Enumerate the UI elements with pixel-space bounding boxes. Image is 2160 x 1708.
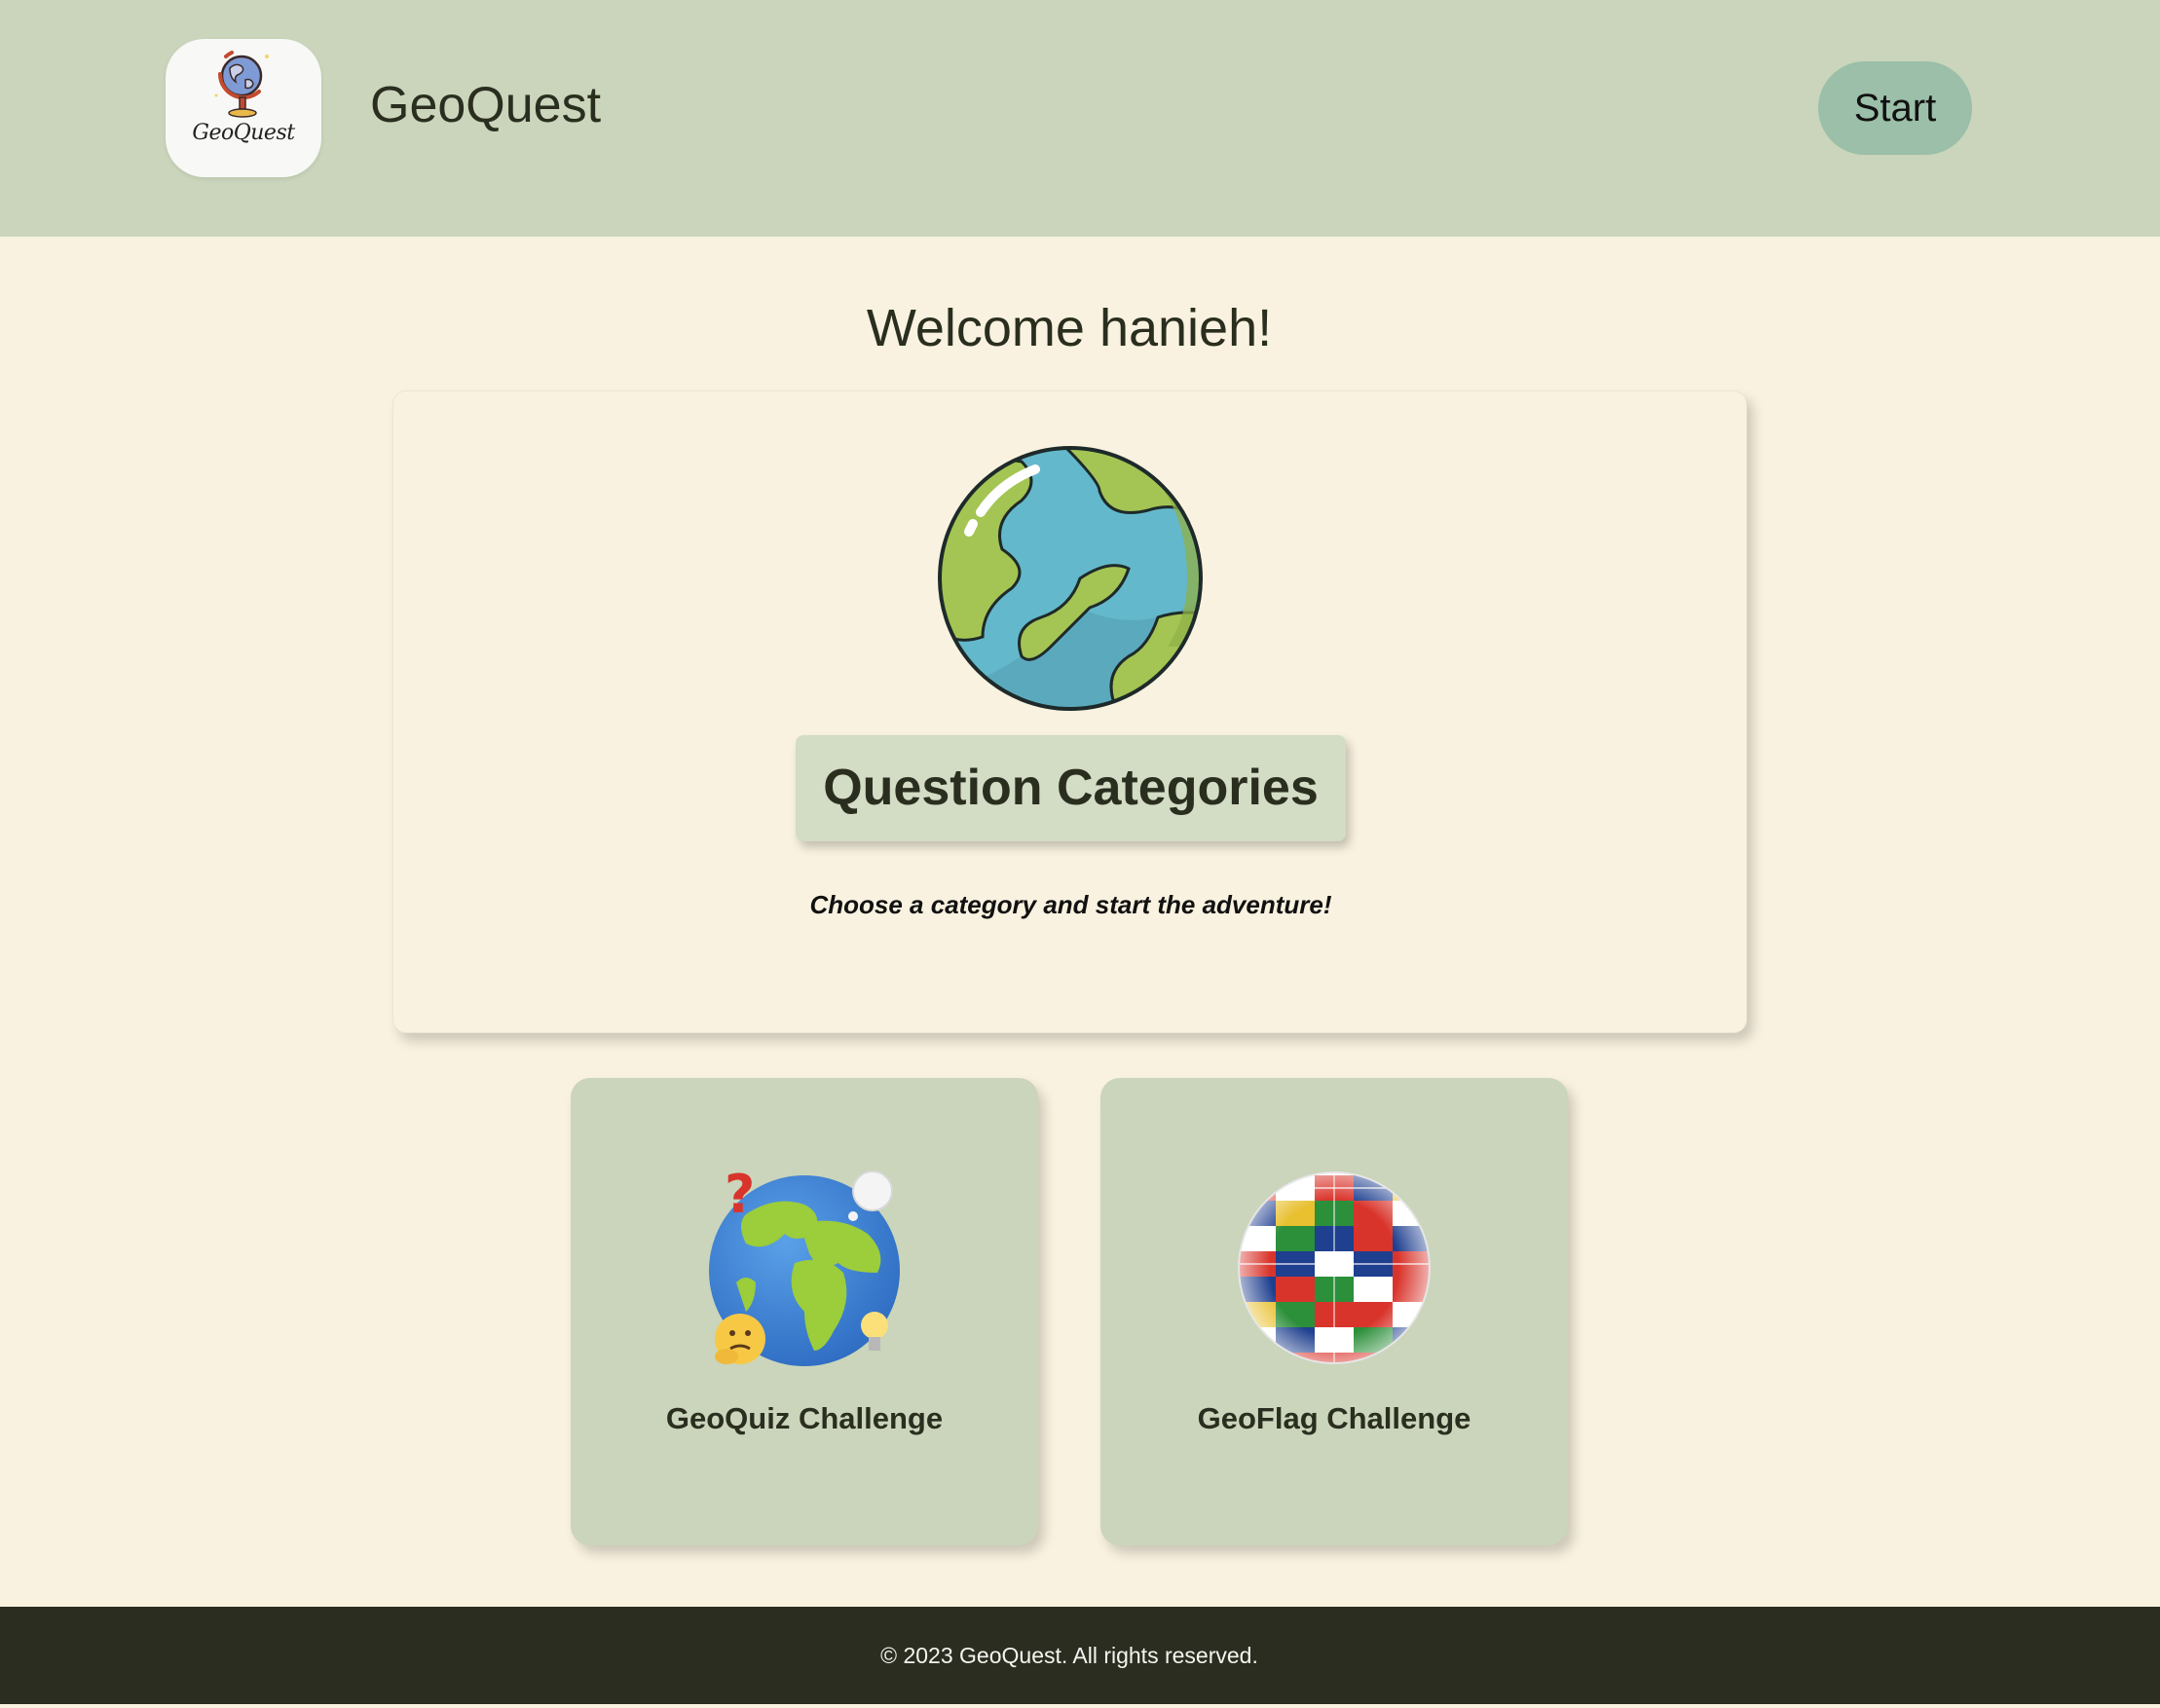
globe-stand-icon [214,51,269,118]
thinking-earth-icon: ? [709,1166,900,1366]
header: GeoQuest GeoQuest Start [0,0,2160,237]
geoquiz-challenge-card[interactable]: ? GeoQuiz Challenge [571,1078,1038,1545]
footer: © 2023 GeoQuest. All rights reserved. [0,1607,2160,1704]
welcome-message: Welcome hanieh! [866,299,1273,357]
geoflag-challenge-card[interactable]: GeoFlag Challenge [1100,1078,1568,1545]
categories-subtitle: Choose a category and start the adventur… [809,890,1332,919]
categories-card: Question Categories Choose a category an… [392,390,1747,1033]
page-title: Question Categories [796,735,1346,841]
earth-globe-icon [938,446,1203,711]
flag-globe-icon [1238,1171,1431,1364]
app-title: GeoQuest [370,77,602,133]
geoflag-label: GeoFlag Challenge [1197,1401,1471,1435]
geoquiz-label: GeoQuiz Challenge [665,1401,944,1435]
logo[interactable]: GeoQuest [166,39,321,177]
copyright-text: © 2023 GeoQuest. All rights reserved. [880,1643,1258,1668]
page: GeoQuest GeoQuest Start Welcome hanieh! [0,0,2160,1708]
start-button[interactable]: Start [1818,61,1972,155]
svg-text:?: ? [725,1166,755,1225]
logo-text: GeoQuest [192,121,295,145]
